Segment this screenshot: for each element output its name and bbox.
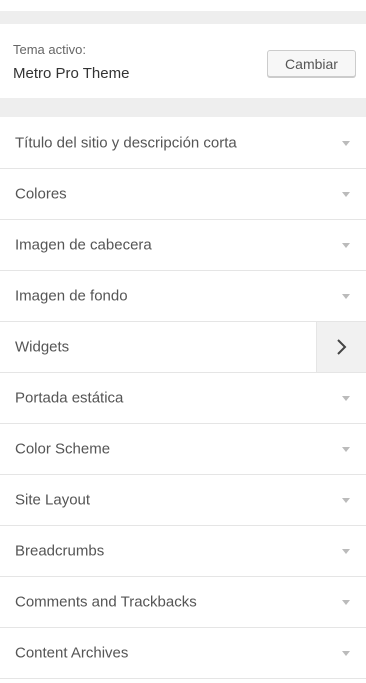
- caret-down-icon: [342, 549, 350, 554]
- caret-down-icon: [342, 651, 350, 656]
- section-label: Widgets: [15, 338, 70, 356]
- section-widgets[interactable]: Widgets: [0, 322, 366, 373]
- caret-down-icon: [342, 140, 350, 146]
- section-label: Portada estática: [15, 389, 124, 407]
- section-separator: [0, 98, 366, 117]
- section-label: Imagen de fondo: [15, 287, 128, 305]
- caret-down-icon: [342, 447, 350, 452]
- change-theme-button[interactable]: Cambiar: [267, 50, 356, 77]
- section-colors[interactable]: Colores: [0, 169, 366, 220]
- section-background-image[interactable]: Imagen de fondo: [0, 271, 366, 322]
- caret-down-icon: [342, 396, 350, 401]
- widgets-open-button[interactable]: [316, 322, 366, 372]
- section-label: Comments and Trackbacks: [15, 593, 197, 611]
- caret-down-icon: [342, 192, 350, 197]
- active-theme-name: Metro Pro Theme: [13, 65, 130, 82]
- section-comments-trackbacks[interactable]: Comments and Trackbacks: [0, 577, 366, 628]
- top-separator: [0, 11, 366, 24]
- caret-down-icon: [342, 600, 350, 605]
- section-site-title[interactable]: Título del sitio y descripción corta: [0, 117, 366, 169]
- caret-down-icon: [342, 243, 350, 248]
- active-theme-label: Tema activo:: [13, 42, 86, 57]
- section-static-front-page[interactable]: Portada estática: [0, 373, 366, 424]
- customizer-sections: Título del sitio y descripción corta Col…: [0, 117, 366, 679]
- section-label: Colores: [15, 185, 67, 203]
- section-content-archives[interactable]: Content Archives: [0, 628, 366, 679]
- section-color-scheme[interactable]: Color Scheme: [0, 424, 366, 475]
- section-label: Imagen de cabecera: [15, 236, 152, 254]
- caret-down-icon: [342, 498, 350, 503]
- section-breadcrumbs[interactable]: Breadcrumbs: [0, 526, 366, 577]
- section-label: Color Scheme: [15, 440, 111, 458]
- section-label: Breadcrumbs: [15, 542, 105, 560]
- section-label: Título del sitio y descripción corta: [15, 134, 237, 151]
- chevron-right-icon: [337, 339, 347, 355]
- section-label: Site Layout: [15, 491, 91, 509]
- section-header-image[interactable]: Imagen de cabecera: [0, 220, 366, 271]
- caret-down-icon: [342, 294, 350, 299]
- section-site-layout[interactable]: Site Layout: [0, 475, 366, 526]
- section-label: Content Archives: [15, 644, 129, 662]
- active-theme-panel: Tema activo: Metro Pro Theme Cambiar: [0, 24, 366, 98]
